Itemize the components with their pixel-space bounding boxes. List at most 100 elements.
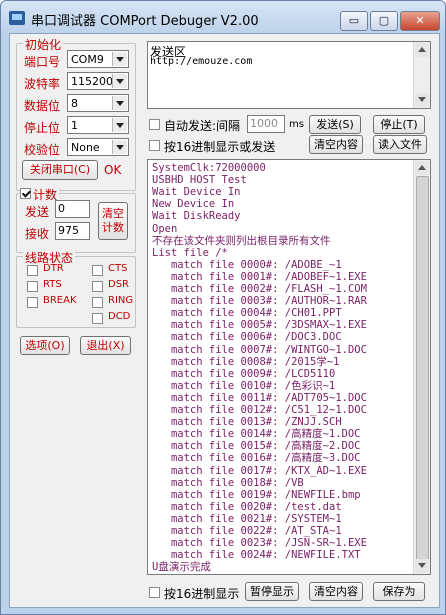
ring-label: RING	[108, 295, 134, 306]
data-bits-select[interactable]: 8	[67, 94, 129, 112]
data-bits-value: 8	[71, 97, 78, 110]
log-line: SystemClk:72000000	[152, 162, 266, 174]
close-window-button[interactable]: ✕	[400, 11, 440, 31]
port-value: COM9	[71, 53, 104, 66]
dcd-checkbox[interactable]	[92, 313, 103, 324]
scroll-thumb[interactable]	[416, 176, 429, 562]
log-line: U盘演示完成	[152, 561, 211, 574]
log-line: match file 0006#: /DOC3.DOC	[152, 331, 342, 344]
data-bits-label: 数据位	[24, 99, 61, 113]
options-button[interactable]: 选项(O)	[20, 336, 70, 355]
log-line: match file 0019#: /NEWFILE.bmp	[152, 488, 361, 501]
ring-checkbox[interactable]	[92, 297, 103, 308]
send-count-label: 发送	[25, 205, 50, 219]
dtr-label: DTR	[43, 263, 64, 274]
log-line: match file 0005#: /3DSMAX~1.EXE	[152, 319, 367, 332]
title-bar[interactable]: 串口调试器 COMPort Debuger V2.00 ▭ ▢ ✕	[1, 1, 445, 35]
send-button[interactable]: 发送(S)	[309, 115, 361, 134]
chevron-down-icon	[112, 140, 127, 154]
break-label: BREAK	[43, 295, 77, 306]
clear-send-button[interactable]: 清空内容	[309, 135, 363, 154]
rts-checkbox[interactable]	[27, 281, 38, 292]
scroll-down-icon[interactable]	[415, 93, 429, 107]
baud-select[interactable]: 115200	[67, 72, 129, 90]
app-window: 串口调试器 COMPort Debuger V2.00 ▭ ▢ ✕ 初始化 端口…	[0, 0, 446, 615]
log-line: match file 0018#: /VB	[152, 476, 304, 489]
cts-label: CTS	[108, 263, 128, 274]
log-line: match file 0011#: /ADT705~1.DOC	[152, 391, 367, 404]
chevron-down-icon	[112, 96, 127, 110]
init-group-title: 初始化	[23, 36, 64, 53]
log-line: match file 0013#: /ZNJJ.SCH	[152, 416, 342, 429]
dcd-label: DCD	[108, 311, 131, 322]
stop-bits-label: 停止位	[24, 121, 61, 135]
serial-port-app-icon	[9, 11, 25, 25]
baud-value: 115200	[71, 75, 113, 88]
log-line: match file 0017#: /KTX_AD~1.EXE	[152, 464, 367, 477]
log-line: Wait Device In	[152, 186, 241, 199]
break-checkbox[interactable]	[27, 297, 38, 308]
close-port-button[interactable]: 关闭串口(C)	[22, 160, 98, 180]
dsr-checkbox[interactable]	[92, 281, 103, 292]
recv-count-label: 接收	[25, 227, 50, 241]
minimize-button[interactable]: ▭	[340, 11, 368, 31]
auto-send-label: 自动发送:间隔	[164, 119, 241, 133]
dsr-label: DSR	[108, 279, 129, 290]
log-line: List file /*	[152, 246, 228, 259]
log-line: Open	[152, 222, 178, 235]
log-line: Wait DiskReady	[152, 210, 241, 223]
log-line: match file 0015#: /高精度~2.DOC	[152, 440, 361, 453]
log-line: match file 0014#: /高精度~1.DOC	[152, 428, 361, 441]
parity-value: None	[71, 141, 100, 154]
log-line: match file 0003#: /AUTHOR~1.RAR	[152, 295, 367, 308]
receive-textarea[interactable]: SystemClk:72000000 USBHD HOST Test Wait De…	[147, 159, 431, 575]
read-file-button[interactable]: 读入文件	[373, 135, 427, 154]
parity-select[interactable]: None	[67, 138, 129, 156]
log-line: match file 0024#: /NEWFILE.TXT	[152, 549, 361, 562]
send-textarea[interactable]: 发送区 http://emouze.com	[147, 41, 431, 109]
clear-count-button[interactable]: 清空计数	[98, 202, 128, 240]
chevron-down-icon	[112, 52, 127, 66]
log-line: match file 0023#: /JSN-SR~1.EXE	[152, 537, 367, 550]
port-select[interactable]: COM9	[67, 50, 129, 68]
interval-field[interactable]: 1000	[247, 115, 285, 133]
stop-bits-value: 1	[71, 119, 78, 132]
interval-unit: ms	[289, 119, 304, 130]
maximize-button[interactable]: ▢	[370, 11, 398, 31]
save-as-button[interactable]: 保存为	[373, 582, 425, 601]
count-enable-checkbox[interactable]	[20, 188, 31, 199]
log-line: match file 0012#: /C51_12~1.DOC	[152, 404, 367, 416]
stop-button[interactable]: 停止(T)	[373, 115, 425, 134]
pause-display-button[interactable]: 暂停显示	[245, 582, 299, 601]
rts-label: RTS	[43, 279, 62, 290]
scroll-up-icon[interactable]	[415, 161, 429, 175]
log-line: match file 0010#: /色彩识~1	[152, 379, 336, 392]
hex-send-label: 按16进制显示或发送	[164, 140, 276, 154]
scroll-down-icon[interactable]	[415, 559, 429, 573]
port-label: 端口号	[24, 55, 61, 69]
log-line: New Device In	[152, 198, 235, 211]
exit-button[interactable]: 退出(X)	[80, 336, 131, 355]
log-line: match file 0004#: /CH01.PPT	[152, 307, 342, 320]
cts-checkbox[interactable]	[92, 265, 103, 276]
log-line: match file 0022#: /AT_STA~1	[152, 525, 342, 537]
log-line: match file 0008#: /2015学~1	[152, 355, 340, 368]
log-line: match file 0020#: /test.dat	[152, 500, 342, 513]
scroll-up-icon[interactable]	[415, 43, 429, 57]
window-title: 串口调试器 COMPort Debuger V2.00	[31, 14, 259, 29]
log-line: match file 0016#: /高精度~3.DOC	[152, 452, 361, 465]
dtr-checkbox[interactable]	[27, 265, 38, 276]
stop-bits-select[interactable]: 1	[67, 116, 129, 134]
log-line: match file 0002#: /FLASH_~1.COM	[152, 283, 367, 295]
log-line: match file 0001#: /ADOBEF~1.EXE	[152, 270, 367, 283]
send-scrollbar[interactable]	[413, 42, 430, 108]
clear-receive-button[interactable]: 清空内容	[309, 582, 363, 601]
receive-scrollbar[interactable]	[413, 160, 430, 574]
port-status: OK	[104, 163, 122, 177]
log-line: match file 0007#: /WINTGO~1.DOC	[152, 343, 367, 356]
hex-send-checkbox[interactable]	[149, 140, 160, 151]
auto-send-checkbox[interactable]	[149, 119, 160, 130]
log-line: USBHD HOST Test	[152, 174, 247, 187]
hex-display-label: 按16进制显示	[164, 587, 240, 601]
hex-display-checkbox[interactable]	[149, 587, 160, 598]
